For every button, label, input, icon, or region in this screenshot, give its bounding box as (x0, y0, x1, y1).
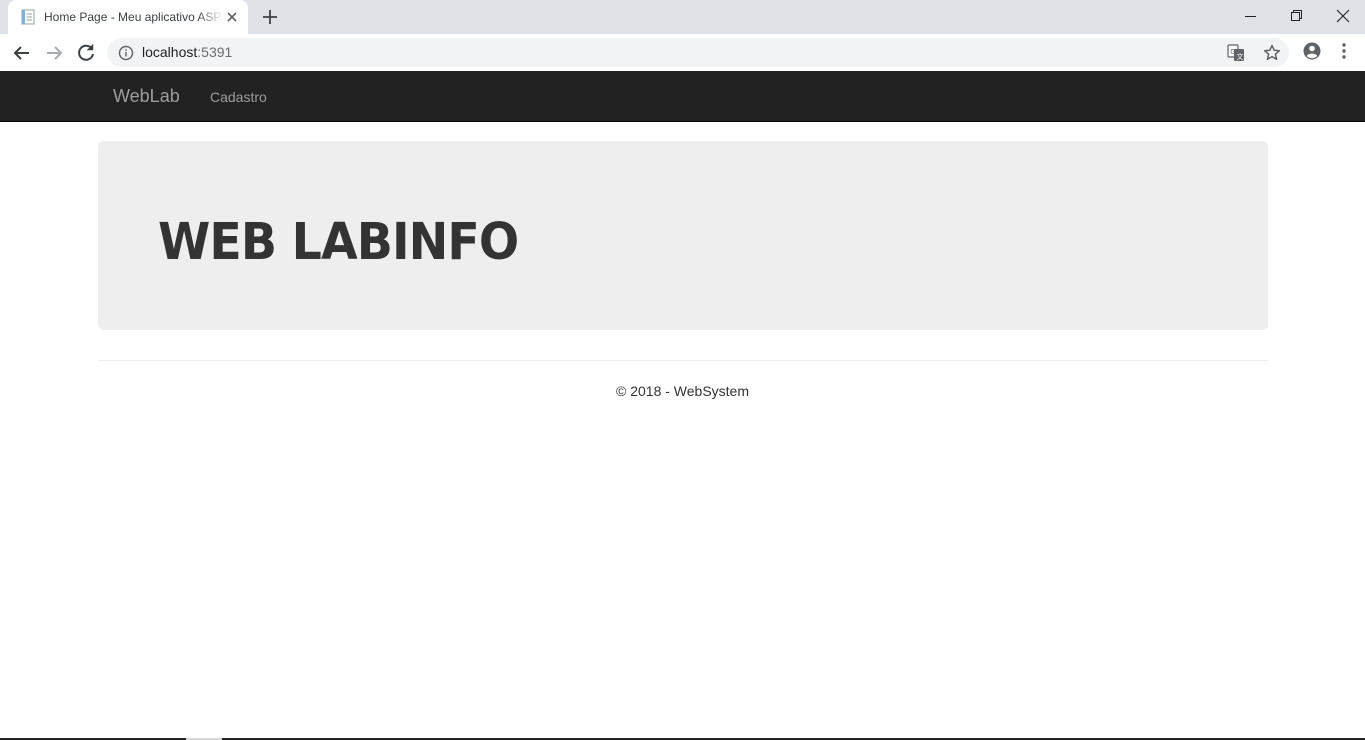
page-title: WEB LABINFO (158, 213, 519, 272)
info-icon[interactable] (118, 45, 134, 61)
minimize-icon[interactable] (1228, 0, 1274, 32)
star-icon[interactable] (1262, 43, 1282, 63)
restore-icon[interactable] (1274, 0, 1320, 32)
site-navbar: WebLab Cadastro (0, 71, 1365, 122)
reload-icon[interactable] (74, 41, 98, 65)
browser-tab-strip: Home Page - Meu aplicativo ASP.NET (0, 0, 1365, 34)
footer-copyright: © 2018 - WebSystem (616, 383, 749, 399)
url-host: localhost (142, 44, 198, 60)
document-icon (21, 9, 35, 25)
address-bar[interactable]: localhost:5391 G 文 (107, 38, 1289, 67)
browser-tab[interactable]: Home Page - Meu aplicativo ASP.NET (8, 0, 248, 34)
forward-icon[interactable] (42, 41, 66, 65)
navbar-brand[interactable]: WebLab (113, 86, 180, 106)
translate-icon[interactable]: G 文 (1227, 44, 1245, 62)
url-text[interactable]: localhost:5391 (142, 44, 232, 61)
tab-title: Home Page - Meu aplicativo ASP.NET (44, 10, 224, 24)
url-port: :5391 (197, 44, 233, 60)
back-icon[interactable] (10, 41, 34, 65)
close-icon[interactable] (1320, 0, 1365, 32)
menu-icon[interactable] (1334, 41, 1354, 61)
footer-divider (98, 360, 1268, 361)
nav-link-cadastro[interactable]: Cadastro (210, 88, 267, 106)
profile-icon[interactable] (1302, 41, 1322, 61)
plus-icon[interactable] (260, 7, 280, 27)
svg-text:G: G (1230, 48, 1235, 56)
browser-toolbar: localhost:5391 G 文 (0, 34, 1365, 72)
svg-text:文: 文 (1237, 52, 1244, 61)
close-icon[interactable] (224, 9, 240, 25)
